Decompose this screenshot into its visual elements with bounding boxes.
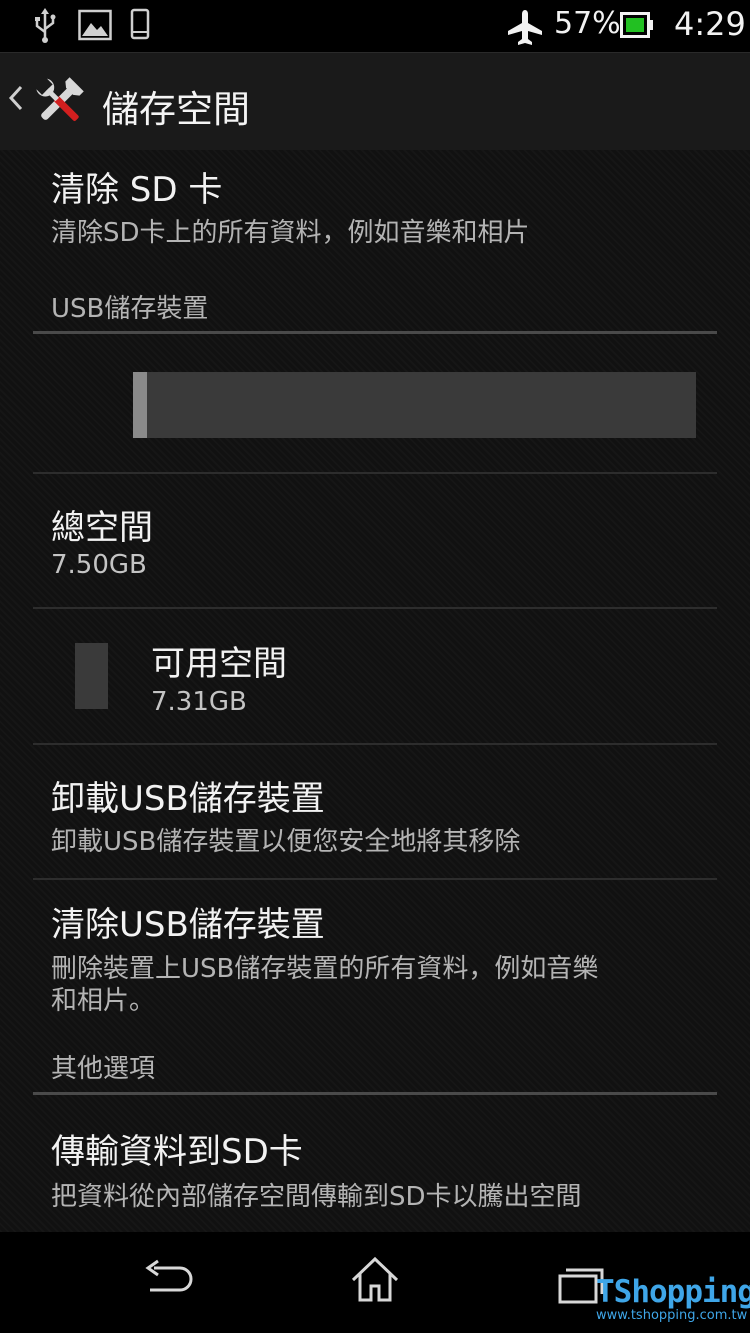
total-space-item: 總空間 7.50GB bbox=[0, 474, 750, 606]
transfer-to-sd-card-item[interactable]: 傳輸資料到SD卡 把資料從內部儲存空間傳輸到SD卡以騰出空間 bbox=[0, 1096, 750, 1232]
back-chevron-icon bbox=[8, 81, 24, 124]
image-icon bbox=[78, 8, 112, 46]
battery-icon bbox=[620, 12, 654, 42]
watermark-url: www.tshopping.com.tw bbox=[596, 1308, 748, 1323]
clock: 4:29 bbox=[674, 5, 746, 43]
available-color-swatch bbox=[75, 643, 108, 709]
erase-usb-storage-item[interactable]: 清除USB儲存裝置 刪除裝置上USB儲存裝置的所有資料，例如音樂 和相片。 bbox=[0, 880, 750, 1020]
item-value: 7.50GB bbox=[51, 550, 147, 580]
up-navigation-button[interactable] bbox=[0, 53, 92, 151]
section-divider bbox=[33, 331, 717, 334]
section-divider bbox=[33, 1092, 717, 1095]
item-title: 清除USB儲存裝置 bbox=[51, 905, 325, 945]
item-title: 清除 SD 卡 bbox=[51, 170, 223, 210]
tshopping-watermark-logo: TShopping www.tshopping.com.tw bbox=[596, 1274, 750, 1323]
item-title: 可用空間 bbox=[151, 644, 287, 684]
storage-settings-list: 清除 SD 卡 清除SD卡上的所有資料，例如音樂和相片 USB儲存裝置 總空間 … bbox=[0, 150, 750, 1232]
item-summary: 清除SD卡上的所有資料，例如音樂和相片 bbox=[51, 218, 530, 248]
action-bar: 儲存空間 bbox=[0, 52, 750, 151]
status-bar: 57% 4:29 bbox=[0, 0, 750, 52]
usb-icon bbox=[32, 8, 58, 48]
item-summary: 把資料從內部儲存空間傳輸到SD卡以騰出空間 bbox=[51, 1182, 582, 1212]
erase-sd-card-item[interactable]: 清除 SD 卡 清除SD卡上的所有資料，例如音樂和相片 bbox=[0, 150, 750, 260]
battery-percent: 57% bbox=[554, 6, 621, 41]
available-space-item: 可用空間 7.31GB bbox=[0, 609, 750, 742]
item-summary-continued: 和相片。 bbox=[51, 986, 156, 1016]
airplane-mode-icon bbox=[506, 8, 544, 50]
item-title: 總空間 bbox=[51, 508, 153, 548]
section-header-other-options: 其他選項 bbox=[51, 1054, 156, 1084]
item-title: 卸載USB儲存裝置 bbox=[51, 779, 325, 819]
watermark-name: TShopping bbox=[596, 1274, 750, 1310]
item-title: 傳輸資料到SD卡 bbox=[51, 1132, 303, 1172]
storage-usage-bar bbox=[133, 372, 696, 438]
item-summary: 卸載USB儲存裝置以便您安全地將其移除 bbox=[51, 827, 521, 857]
phone-icon bbox=[130, 8, 150, 46]
settings-tools-icon bbox=[32, 75, 86, 133]
back-icon[interactable] bbox=[140, 1258, 194, 1308]
unmount-usb-storage-item[interactable]: 卸載USB儲存裝置 卸載USB儲存裝置以便您安全地將其移除 bbox=[0, 745, 750, 877]
home-icon[interactable] bbox=[350, 1256, 400, 1308]
usage-bar-used-segment bbox=[133, 372, 148, 438]
page-title: 儲存空間 bbox=[102, 88, 250, 131]
item-value: 7.31GB bbox=[151, 687, 247, 717]
section-header-usb-storage: USB儲存裝置 bbox=[51, 294, 209, 324]
